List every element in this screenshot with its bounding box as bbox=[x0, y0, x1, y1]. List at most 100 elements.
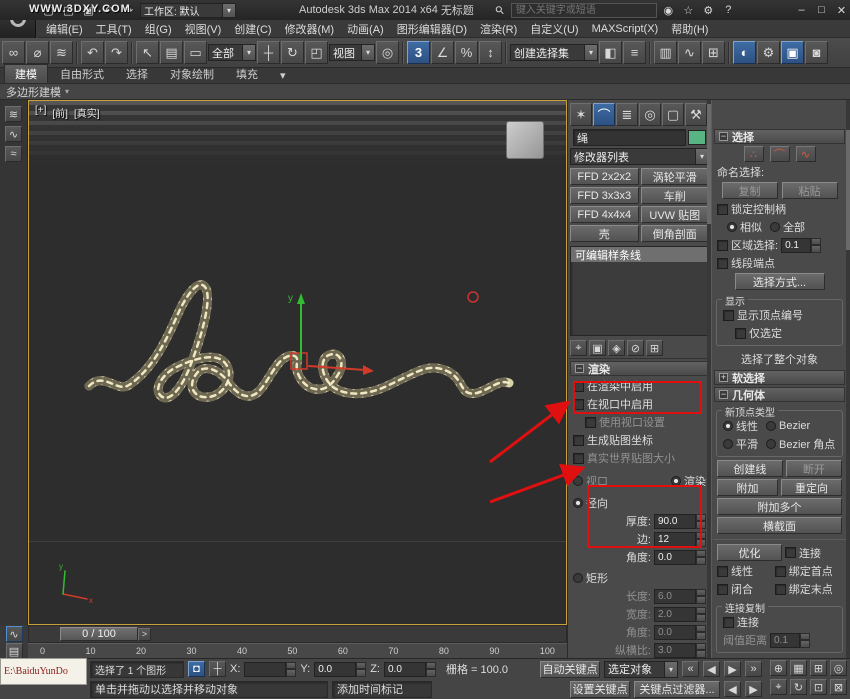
snap-toggle-3d-icon[interactable]: 3 bbox=[407, 41, 430, 64]
spin-up-icon[interactable] bbox=[425, 661, 436, 669]
set-key-button[interactable]: 设置关键点 bbox=[570, 680, 630, 698]
stack-item-editable-spline[interactable]: 可编辑样条线 bbox=[571, 247, 708, 262]
menu-modifiers[interactable]: 修改器(M) bbox=[285, 21, 335, 37]
segment-subobject-icon[interactable]: ⌒ bbox=[769, 146, 790, 162]
spin-up-icon[interactable] bbox=[356, 661, 367, 669]
area-selection-row[interactable]: 区域选择: 0.1 bbox=[713, 236, 846, 254]
bind-last-checkbox[interactable] bbox=[774, 583, 786, 595]
rendering-rollout-header[interactable]: − 渲染 bbox=[570, 361, 709, 376]
select-and-link-icon[interactable]: ∞ bbox=[2, 41, 25, 64]
thickness-spinner[interactable]: 90.0 bbox=[654, 513, 706, 529]
modifier-stack[interactable]: 可编辑样条线 bbox=[570, 246, 709, 336]
modifier-btn-bevel-profile[interactable]: 倒角剖面 bbox=[640, 225, 709, 242]
menu-graph-editors[interactable]: 图形编辑器(D) bbox=[397, 21, 467, 37]
connect2-checkbox[interactable] bbox=[723, 616, 734, 628]
z-coordinate-spinner[interactable]: 0.0 bbox=[383, 661, 436, 677]
menu-create[interactable]: 创建(C) bbox=[234, 21, 271, 37]
enable-in-viewport-checkbox[interactable] bbox=[573, 398, 584, 410]
play-animation-icon[interactable]: ▶ bbox=[724, 661, 741, 677]
enable-in-renderer-row[interactable]: 在渲染中启用 bbox=[569, 377, 710, 395]
panel2-scrollbar[interactable] bbox=[846, 100, 850, 658]
zoom-region-icon[interactable]: ⊡ bbox=[810, 679, 827, 695]
select-by-name-icon[interactable]: ▤ bbox=[160, 41, 183, 64]
layer-manager-icon[interactable]: ▥ bbox=[654, 41, 677, 64]
connect2-row[interactable]: 连接 bbox=[719, 613, 840, 631]
named-selection-set-dropdown[interactable]: 创建选择集 ▾ bbox=[510, 44, 598, 61]
freeform-wave3-icon[interactable]: ≈ bbox=[5, 146, 22, 162]
spinner-snap-icon[interactable]: ↕ bbox=[479, 41, 502, 64]
freeform-wave2-icon[interactable]: ∿ bbox=[5, 126, 22, 142]
previous-key-icon[interactable]: ◀ bbox=[724, 681, 741, 697]
modifier-btn-ffd-3x3x3[interactable]: FFD 3x3x3 bbox=[570, 187, 639, 204]
mini-curve-editor-button[interactable]: ∿ bbox=[5, 626, 23, 642]
select-and-move-icon[interactable]: ┼ bbox=[257, 41, 280, 64]
angle-snap-icon[interactable]: ∠ bbox=[431, 41, 454, 64]
show-vertex-numbers-row[interactable]: 显示顶点编号 bbox=[719, 306, 840, 324]
selected-only-row[interactable]: 仅选定 bbox=[719, 324, 840, 342]
motion-panel-icon[interactable]: ◎ bbox=[639, 103, 661, 126]
y-coordinate-spinner[interactable]: 0.0 bbox=[314, 661, 367, 677]
segment-end-checkbox[interactable] bbox=[717, 257, 728, 269]
angle-spinner[interactable]: 0.0 bbox=[654, 549, 706, 565]
modifier-btn-turbosmooth[interactable]: 涡轮平滑 bbox=[640, 168, 709, 185]
spin-up-icon[interactable] bbox=[286, 661, 297, 669]
modify-panel-icon[interactable]: ⌒ bbox=[593, 103, 615, 126]
modifier-btn-lathe[interactable]: 车削 bbox=[640, 187, 709, 204]
y-value[interactable]: 0.0 bbox=[314, 661, 357, 677]
menu-customize[interactable]: 自定义(U) bbox=[530, 21, 578, 37]
spin-down-icon[interactable] bbox=[696, 539, 706, 547]
select-object-icon[interactable]: ↖ bbox=[136, 41, 159, 64]
alike-radio-row[interactable]: 相似 bbox=[727, 219, 762, 235]
auto-key-button[interactable]: 自动关键点 bbox=[540, 660, 600, 678]
show-vertex-numbers-checkbox[interactable] bbox=[723, 309, 734, 321]
menu-tools[interactable]: 工具(T) bbox=[96, 21, 132, 37]
bind-first-checkbox[interactable] bbox=[774, 565, 786, 577]
spin-up-icon[interactable] bbox=[696, 513, 706, 521]
tab-freeform[interactable]: 自由形式 bbox=[50, 65, 114, 83]
create-line-button[interactable]: 创建线 bbox=[717, 460, 783, 477]
paste-button[interactable]: 粘贴 bbox=[781, 182, 838, 199]
spin-down-icon[interactable] bbox=[811, 245, 822, 253]
copy-button[interactable]: 复制 bbox=[721, 182, 778, 199]
configure-modifier-sets-icon[interactable]: ⊞ bbox=[646, 340, 663, 356]
select-and-scale-icon[interactable]: ◰ bbox=[305, 41, 328, 64]
attach-button[interactable]: 附加 bbox=[717, 479, 778, 496]
cross-section-button[interactable]: 横截面 bbox=[717, 517, 842, 534]
close-window-icon[interactable]: ✕ bbox=[833, 2, 850, 18]
trackbar-filter-button[interactable]: ▤ bbox=[5, 643, 23, 659]
x-coordinate-spinner[interactable] bbox=[244, 661, 297, 677]
area-selection-checkbox[interactable] bbox=[717, 239, 728, 251]
rectangular-radio[interactable] bbox=[573, 573, 583, 583]
refine-button[interactable]: 优化 bbox=[717, 544, 782, 561]
menu-group[interactable]: 组(G) bbox=[145, 21, 172, 37]
pin-stack-icon[interactable]: ⌖ bbox=[570, 340, 587, 356]
polygon-modeling-panel-label[interactable]: 多边形建模 bbox=[6, 84, 61, 100]
previous-frame-icon[interactable]: ◀ bbox=[703, 661, 720, 677]
front-viewport[interactable]: [+] [前] [真实] y x y bbox=[28, 100, 567, 625]
field-of-view-icon[interactable]: ◎ bbox=[830, 660, 847, 676]
render-setup-icon[interactable]: ⚙ bbox=[757, 41, 780, 64]
bezier-radio[interactable] bbox=[766, 421, 776, 431]
smooth-radio[interactable] bbox=[723, 439, 733, 449]
use-pivot-point-icon[interactable]: ◎ bbox=[376, 41, 399, 64]
rendered-frame-window-icon[interactable]: ▣ bbox=[781, 41, 804, 64]
lock-handles-row[interactable]: 锁定控制柄 bbox=[713, 200, 846, 218]
ribbon-collapse-icon[interactable]: ▾ bbox=[270, 68, 296, 83]
x-value[interactable] bbox=[244, 661, 287, 677]
smooth-radio-row[interactable]: 平滑 bbox=[723, 436, 758, 452]
all-radio[interactable] bbox=[770, 222, 780, 232]
modifier-list-dropdown[interactable]: 修改器列表 ▾ bbox=[570, 148, 709, 165]
freeform-wave1-icon[interactable]: ≋ bbox=[5, 106, 22, 122]
linear2-checkbox[interactable] bbox=[717, 565, 728, 577]
radial-radio[interactable] bbox=[573, 498, 583, 508]
go-to-end-icon[interactable]: » bbox=[745, 661, 762, 677]
make-unique-icon[interactable]: ◈ bbox=[608, 340, 625, 356]
unlink-selection-icon[interactable]: ⌀ bbox=[26, 41, 49, 64]
area-selection-spinner[interactable]: 0.1 bbox=[781, 237, 822, 253]
enable-in-renderer-checkbox[interactable] bbox=[573, 380, 584, 392]
bind-first-row[interactable]: 绑定首点 bbox=[774, 563, 842, 579]
generate-mapping-checkbox[interactable] bbox=[573, 434, 584, 446]
closed-checkbox[interactable] bbox=[717, 583, 728, 595]
menu-help[interactable]: 帮助(H) bbox=[671, 21, 708, 37]
zoom-icon[interactable]: ⊕ bbox=[770, 660, 787, 676]
